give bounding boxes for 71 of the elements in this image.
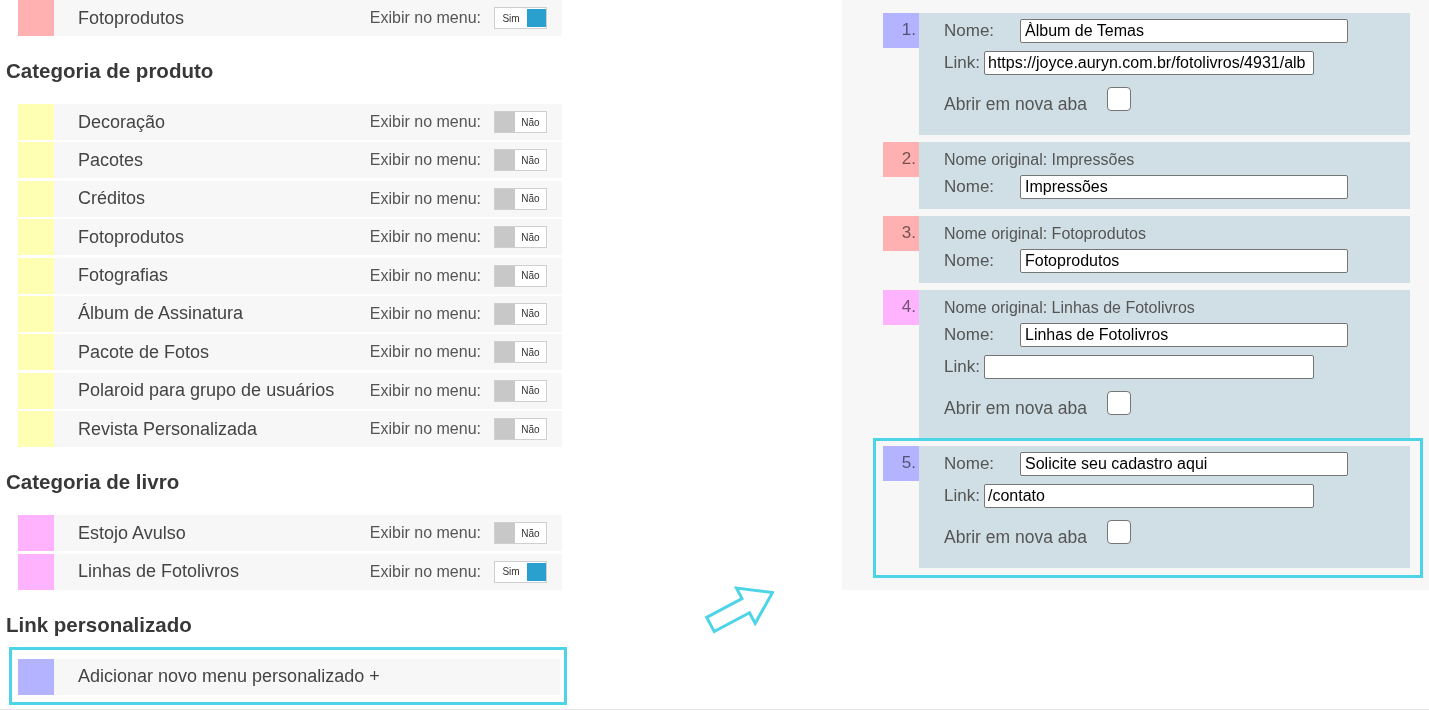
field-label: Nome: bbox=[944, 454, 996, 474]
original-name-text: Nome original: Impressões bbox=[944, 151, 1135, 169]
toggle-switch[interactable]: Não bbox=[494, 302, 547, 325]
menu-item-label: Pacote de Fotos bbox=[78, 341, 210, 363]
menu-item-label: Álbum de Assinatura bbox=[78, 303, 244, 325]
menu-item-label: Decoração bbox=[78, 111, 166, 133]
toggle-switch[interactable]: Não bbox=[494, 264, 547, 287]
name-input[interactable]: Fotoprodutos bbox=[1020, 249, 1348, 273]
field-label: Link: bbox=[944, 357, 981, 377]
show-in-menu-label: Exibir no menu: bbox=[369, 524, 481, 543]
toggle-switch[interactable]: Não bbox=[494, 187, 547, 210]
toggle-switch[interactable]: Não bbox=[494, 111, 547, 133]
show-in-menu-label: Exibir no menu: bbox=[369, 420, 481, 439]
outline-arrow-icon bbox=[704, 585, 774, 635]
show-in-menu-label: Exibir no menu: bbox=[369, 266, 481, 285]
show-in-menu-label: Exibir no menu: bbox=[369, 113, 481, 131]
item-number: 5. bbox=[883, 446, 919, 481]
original-name-text: Nome original: Linhas de Fotolivros bbox=[944, 299, 1195, 317]
original-name-text: Nome original: Fotoprodutos bbox=[944, 225, 1146, 243]
show-in-menu-label: Exibir no menu: bbox=[369, 381, 481, 400]
show-in-menu-label: Exibir no menu: bbox=[369, 562, 481, 581]
item-number: 2. bbox=[883, 142, 919, 177]
toggle-switch[interactable]: Não bbox=[494, 418, 547, 441]
menu-item-label: Fotoprodutos bbox=[78, 226, 185, 248]
link-input[interactable] bbox=[984, 355, 1314, 379]
toggle-switch[interactable]: Não bbox=[494, 522, 547, 545]
link-input[interactable]: /contato bbox=[984, 484, 1314, 508]
field-label: Nome: bbox=[944, 177, 996, 197]
menu-item-label: Estojo Avulso bbox=[78, 522, 186, 544]
show-in-menu-label: Exibir no menu: bbox=[369, 228, 481, 247]
show-in-menu-label: Exibir no menu: bbox=[369, 189, 481, 208]
name-input[interactable]: Solicite seu cadastro aqui bbox=[1020, 452, 1348, 476]
new-tab-label: Abrir em nova aba bbox=[944, 526, 1088, 547]
item-number: 3. bbox=[883, 216, 919, 251]
menu-item-label: Linhas de Fotolivros bbox=[78, 561, 240, 582]
toggle-switch[interactable]: Não bbox=[494, 149, 547, 172]
show-in-menu-label: Exibir no menu: bbox=[369, 151, 481, 170]
add-custom-menu-button[interactable]: Adicionar novo menu personalizado + bbox=[18, 658, 560, 695]
section-heading: Categoria de produto bbox=[6, 59, 214, 83]
field-label: Link: bbox=[944, 486, 981, 506]
new-tab-checkbox[interactable] bbox=[1107, 520, 1131, 544]
item-number: 4. bbox=[883, 290, 919, 325]
link-input[interactable]: https://joyce.auryn.com.br/fotolivros/4931/alb bbox=[984, 51, 1314, 75]
menu-item-label: Créditos bbox=[78, 188, 146, 210]
name-input[interactable]: Impressões bbox=[1020, 175, 1348, 199]
section-heading: Categoria de livro bbox=[6, 470, 180, 495]
new-tab-checkbox[interactable] bbox=[1107, 87, 1131, 111]
name-input[interactable]: Àlbum de Temas bbox=[1020, 19, 1348, 43]
field-label: Link: bbox=[944, 53, 981, 73]
section-heading: Link personalizado bbox=[6, 612, 192, 637]
show-in-menu-label: Exibir no menu: bbox=[369, 9, 481, 27]
toggle-switch[interactable]: Não bbox=[494, 341, 547, 364]
name-input[interactable]: Linhas de Fotolivros bbox=[1020, 323, 1348, 347]
show-in-menu-label: Exibir no menu: bbox=[369, 304, 481, 323]
toggle-switch[interactable]: Sim bbox=[494, 560, 547, 583]
field-label: Nome: bbox=[944, 325, 996, 345]
menu-item-label: Polaroid para grupo de usuários bbox=[78, 380, 335, 402]
new-tab-checkbox[interactable] bbox=[1107, 391, 1131, 415]
menu-item-label: Pacotes bbox=[78, 149, 144, 171]
toggle-switch[interactable]: Não bbox=[494, 226, 547, 249]
show-in-menu-label: Exibir no menu: bbox=[369, 343, 481, 362]
toggle-switch[interactable]: Não bbox=[494, 379, 547, 402]
new-tab-label: Abrir em nova aba bbox=[944, 93, 1088, 114]
field-label: Nome: bbox=[944, 251, 996, 271]
menu-item-label: Fotoprodutos bbox=[78, 7, 185, 29]
toggle-switch[interactable]: Sim bbox=[494, 7, 547, 29]
menu-item-label: Revista Personalizada bbox=[78, 418, 258, 440]
field-label: Nome: bbox=[944, 21, 996, 41]
new-tab-label: Abrir em nova aba bbox=[944, 397, 1088, 418]
item-number: 1. bbox=[883, 13, 919, 48]
menu-item-label: Fotografias bbox=[78, 265, 169, 287]
